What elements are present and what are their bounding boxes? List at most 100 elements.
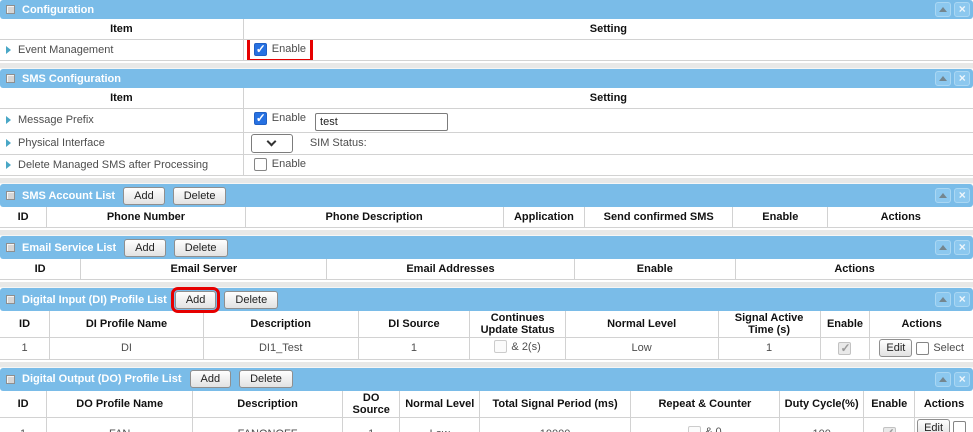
- section-sms-account-list: SMS Account List Add Delete ID Phone Num…: [0, 184, 973, 228]
- di-signal-active-time-cell: 1: [718, 338, 820, 359]
- enable-label: Enable: [272, 158, 306, 170]
- item-cell: Event Management: [0, 39, 243, 60]
- di-name-cell: DI: [50, 338, 204, 359]
- column-header: Enable: [820, 311, 870, 338]
- section-do-profile-list: Digital Output (DO) Profile List Add Del…: [0, 368, 973, 432]
- close-button[interactable]: [954, 2, 970, 17]
- delete-managed-sms-enable-checkbox[interactable]: [254, 158, 267, 171]
- di-source-cell: 1: [358, 338, 470, 359]
- di-id-cell: 1: [0, 338, 50, 359]
- setting-cell: Enable: [243, 108, 973, 132]
- column-header: Total Signal Period (ms): [480, 391, 631, 418]
- do-enable-checkbox: [883, 427, 896, 432]
- column-header: ID: [0, 259, 81, 279]
- close-button[interactable]: [954, 71, 970, 86]
- physical-interface-select[interactable]: [251, 134, 293, 153]
- do-total-signal-period-cell: 10000: [480, 417, 631, 432]
- select-checkbox[interactable]: [916, 342, 929, 355]
- setting-cell: SIM Status:: [243, 132, 973, 154]
- delete-button[interactable]: Delete: [173, 187, 227, 205]
- collapse-button[interactable]: [935, 188, 951, 203]
- chevron-down-icon: [267, 136, 277, 146]
- collapse-button[interactable]: [935, 292, 951, 307]
- close-button[interactable]: [954, 372, 970, 387]
- do-description-cell: FANONOFF: [193, 417, 343, 432]
- message-prefix-input[interactable]: [315, 113, 448, 131]
- column-header: Email Server: [81, 259, 327, 279]
- item-arrow-icon: [6, 46, 11, 54]
- edit-button[interactable]: Edit: [879, 339, 912, 357]
- section-email-service-list: Email Service List Add Delete ID Email S…: [0, 236, 973, 280]
- close-icon: [958, 373, 965, 386]
- collapse-icon: [939, 193, 947, 198]
- column-header: ID: [0, 207, 47, 227]
- do-id-cell: 1: [0, 417, 47, 432]
- configuration-header-bar: Configuration: [0, 0, 973, 19]
- section-divider: [0, 61, 973, 69]
- di-enable-cell: [820, 338, 870, 359]
- section-title: Email Service List: [22, 242, 116, 254]
- column-header: Duty Cycle(%): [779, 391, 864, 418]
- collapse-button[interactable]: [935, 71, 951, 86]
- message-prefix-enable-checkbox[interactable]: [254, 112, 267, 125]
- edit-button[interactable]: Edit: [917, 419, 950, 432]
- close-button[interactable]: [954, 188, 970, 203]
- collapse-icon: [939, 7, 947, 12]
- close-icon: [958, 293, 965, 306]
- do-repeat-counter-cell: & 0: [630, 417, 779, 432]
- delete-button[interactable]: Delete: [239, 370, 293, 388]
- item-label: Event Management: [18, 44, 113, 56]
- column-header-setting: Setting: [243, 19, 973, 39]
- delete-button[interactable]: Delete: [174, 239, 228, 257]
- sms-account-table: ID Phone Number Phone Description Applic…: [0, 207, 973, 227]
- item-label: Physical Interface: [18, 137, 105, 149]
- close-button[interactable]: [954, 292, 970, 307]
- email-service-table: ID Email Server Email Addresses Enable A…: [0, 259, 973, 279]
- di-actions-cell: Edit Select: [870, 338, 973, 359]
- close-button[interactable]: [954, 240, 970, 255]
- event-handling-config-page: Configuration Item Setting Event Managem…: [0, 0, 973, 432]
- column-header: Repeat & Counter: [630, 391, 779, 418]
- setting-cell: Enable: [243, 39, 973, 60]
- column-header: Enable: [733, 207, 828, 227]
- item-cell: Delete Managed SMS after Processing: [0, 154, 243, 175]
- section-icon: [6, 295, 15, 304]
- item-arrow-icon: [6, 139, 11, 147]
- do-name-cell: FAN: [47, 417, 193, 432]
- item-cell: Physical Interface: [0, 132, 243, 154]
- repeat-counter-value: & 0: [705, 426, 722, 432]
- add-button[interactable]: Add: [124, 239, 166, 257]
- close-icon: [958, 3, 965, 16]
- di-description-cell: DI1_Test: [203, 338, 358, 359]
- column-header: ID: [0, 391, 47, 418]
- column-header: Actions: [736, 259, 973, 279]
- section-title: Digital Output (DO) Profile List: [22, 373, 182, 385]
- add-button[interactable]: Add: [123, 187, 165, 205]
- add-button[interactable]: Add: [190, 370, 232, 388]
- event-management-enable-checkbox[interactable]: [254, 43, 267, 56]
- add-button[interactable]: Add: [175, 291, 217, 309]
- di-enable-checkbox: [838, 342, 851, 355]
- section-title: Digital Input (DI) Profile List: [22, 294, 167, 306]
- section-icon: [6, 375, 15, 384]
- collapse-button[interactable]: [935, 240, 951, 255]
- collapse-icon: [939, 377, 947, 382]
- configuration-table: Item Setting Event Management Enable: [0, 19, 973, 60]
- di-profile-list-header-bar: Digital Input (DI) Profile List Add Dele…: [0, 288, 973, 311]
- sim-status-label: SIM Status:: [310, 137, 367, 149]
- item-label: Message Prefix: [18, 114, 94, 126]
- collapse-button[interactable]: [935, 2, 951, 17]
- column-header: DO Profile Name: [47, 391, 193, 418]
- item-label: Delete Managed SMS after Processing: [18, 159, 208, 171]
- section-title: Configuration: [22, 4, 94, 16]
- collapse-button[interactable]: [935, 372, 951, 387]
- column-header: Email Addresses: [327, 259, 574, 279]
- table-row: Physical Interface SIM Status:: [0, 132, 973, 154]
- delete-button[interactable]: Delete: [224, 291, 278, 309]
- select-checkbox[interactable]: [953, 421, 966, 432]
- enable-label: Enable: [272, 112, 306, 124]
- table-row: Event Management Enable: [0, 39, 973, 60]
- delete-managed-sms-enable: Enable: [251, 156, 309, 173]
- column-header: DI Profile Name: [50, 311, 204, 338]
- do-source-cell: 1: [342, 417, 399, 432]
